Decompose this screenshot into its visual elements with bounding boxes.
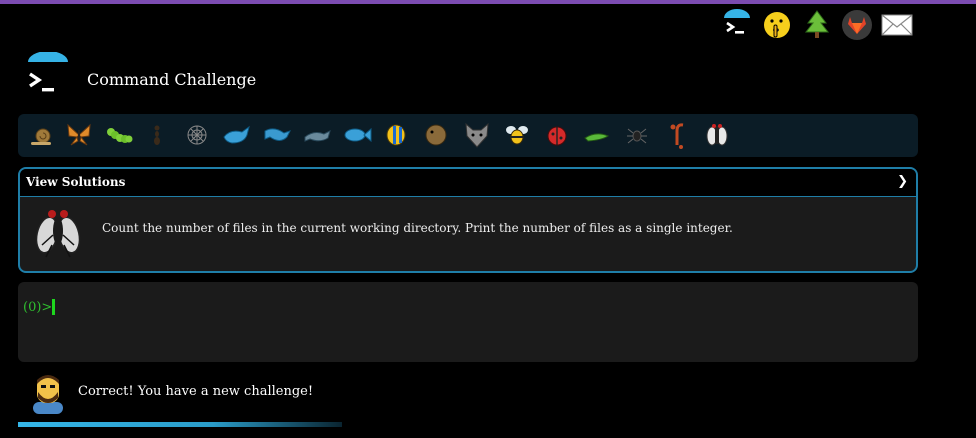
view-solutions-toggle[interactable]: View Solutions ❯ <box>20 169 916 197</box>
top-accent-bar <box>0 0 976 4</box>
butterfly-icon[interactable] <box>64 120 94 150</box>
spider-icon[interactable] <box>622 120 652 150</box>
wolf-icon[interactable] <box>462 120 492 150</box>
brand-logo-icon <box>24 51 72 100</box>
view-solutions-label: View Solutions <box>26 175 126 189</box>
gitlab-icon[interactable] <box>840 8 874 42</box>
terminal-input[interactable]: (0)> <box>18 282 918 362</box>
tree-icon[interactable] <box>800 8 834 42</box>
caterpillar-icon[interactable] <box>104 120 134 150</box>
cricket-icon[interactable] <box>582 120 612 150</box>
challenge-bug-strip <box>18 114 918 157</box>
tropical-fish-icon[interactable] <box>382 120 412 150</box>
scorpion-icon[interactable] <box>662 120 692 150</box>
status-message: Correct! You have a new challenge! <box>78 384 314 399</box>
avatar-icon <box>30 372 66 414</box>
chevron-right-icon: ❯ <box>897 174 908 189</box>
fly-icon-large <box>30 205 86 261</box>
snail-icon[interactable] <box>26 120 56 150</box>
progress-bar <box>18 422 558 427</box>
dolphin-icon-2[interactable] <box>302 120 332 150</box>
challenge-card: View Solutions ❯ Count the number of fil… <box>18 167 918 273</box>
shushing-face-icon[interactable] <box>760 8 794 42</box>
fish-icon[interactable] <box>342 120 372 150</box>
dolphin-icon[interactable] <box>262 120 292 150</box>
terminal-prompt: (0)> <box>23 300 53 315</box>
challenge-description: Count the number of files in the current… <box>102 221 733 235</box>
bee-icon[interactable] <box>502 120 532 150</box>
spider-web-icon[interactable] <box>182 120 212 150</box>
ladybug-icon[interactable] <box>542 120 572 150</box>
terminal-cursor <box>52 299 55 315</box>
blowfish-icon[interactable] <box>422 120 452 150</box>
ant-icon[interactable] <box>142 120 172 150</box>
page-title: Command Challenge <box>87 70 257 89</box>
fly-icon[interactable] <box>702 120 732 150</box>
whale-icon[interactable] <box>222 120 252 150</box>
mail-icon[interactable] <box>880 8 914 42</box>
progress-bar-fill <box>18 422 342 427</box>
terminal-icon[interactable] <box>720 8 754 42</box>
